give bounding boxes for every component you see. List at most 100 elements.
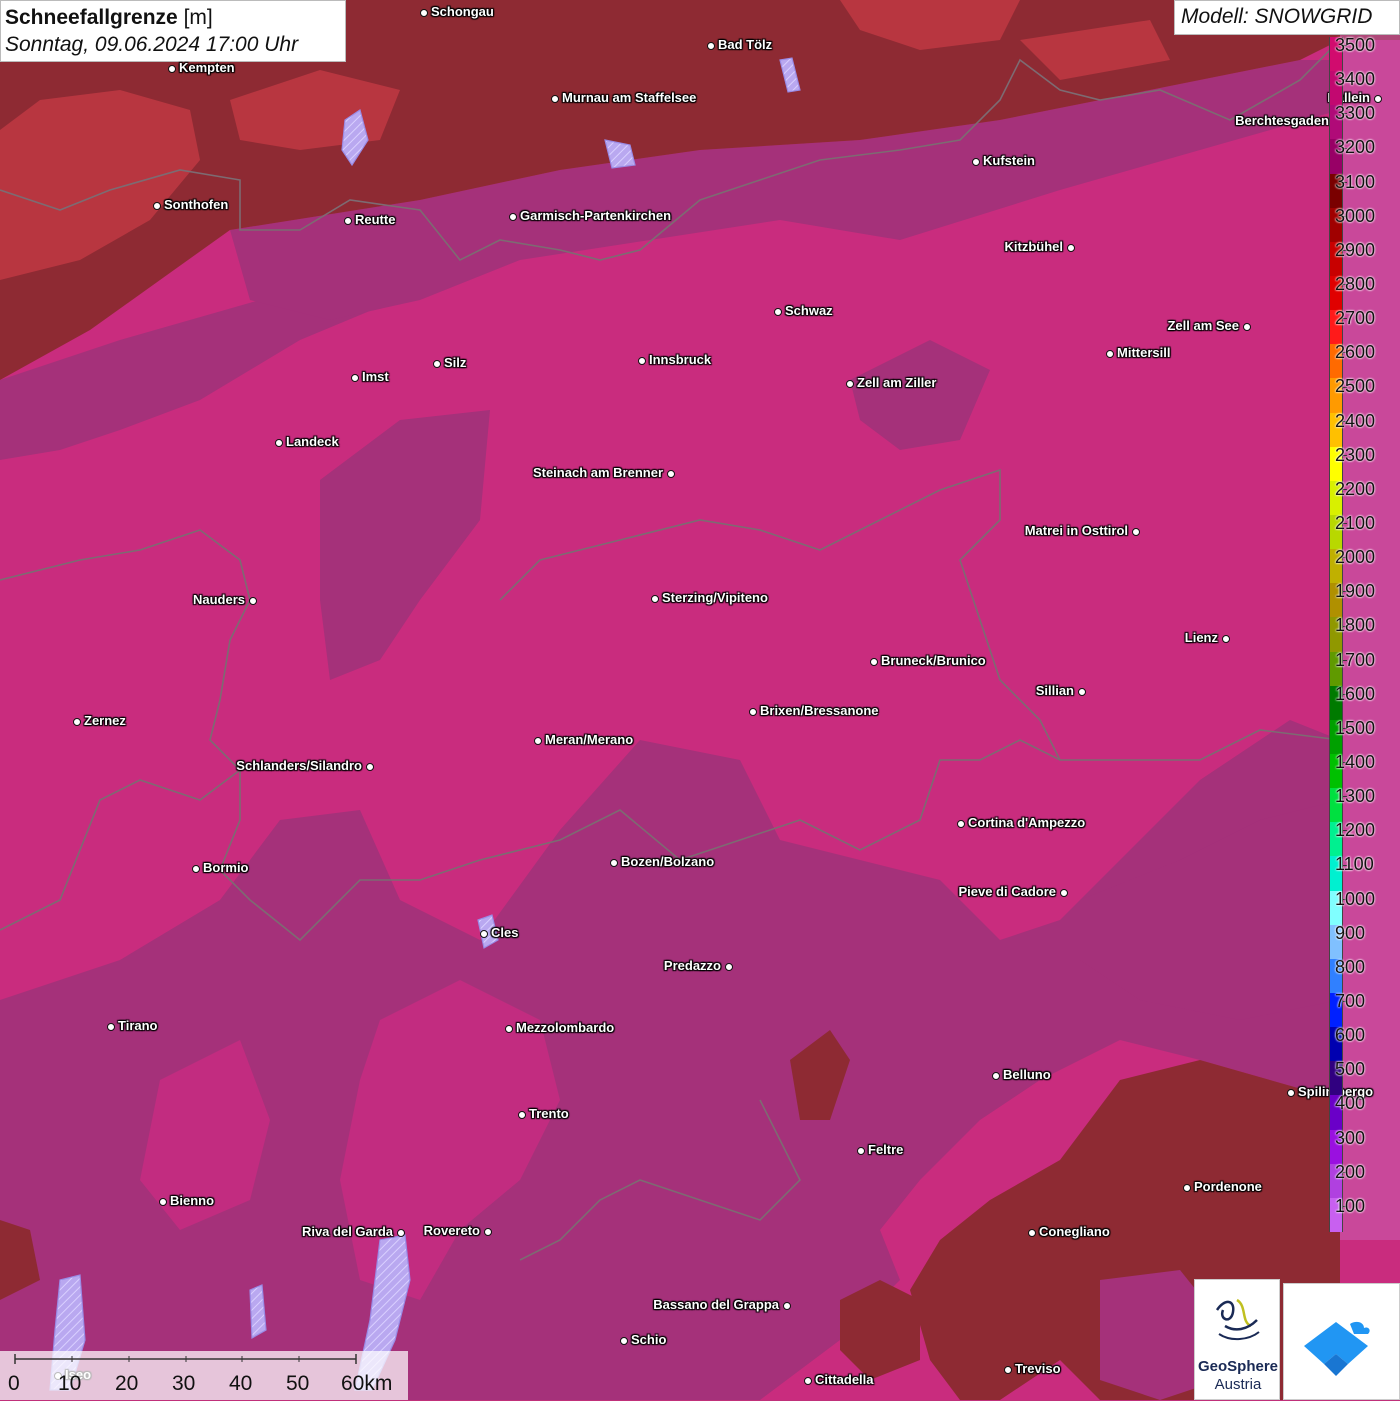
city-label: Mezzolombardo [516, 1020, 615, 1035]
city-dot-icon [534, 737, 542, 745]
city-label: Bruneck/Brunico [881, 653, 986, 668]
city-dot-icon [1078, 688, 1086, 696]
city-dot-icon [249, 597, 257, 605]
city-label: Reutte [355, 212, 396, 227]
geosphere-logo-line1: GeoSphere [1197, 1358, 1279, 1375]
city-label: Treviso [1015, 1361, 1061, 1376]
city-label: Imst [362, 369, 389, 384]
city-label: Bormio [203, 860, 249, 875]
city-dot-icon [107, 1023, 115, 1031]
city-label: Schongau [431, 4, 494, 19]
city-label: Schio [631, 1332, 667, 1347]
legend-label: 1500 [1335, 717, 1376, 738]
legend-label: 2100 [1335, 513, 1376, 533]
city-label: Bad Tölz [718, 37, 773, 52]
city-label: Nauders [192, 592, 245, 607]
scale-label-0: 0 [8, 1372, 20, 1395]
city-label: Innsbruck [649, 352, 712, 367]
city-label: Mittersill [1117, 345, 1171, 360]
city-label: Cles [491, 925, 519, 940]
city-dot-icon [1183, 1184, 1191, 1192]
app-logo-house-icon [1304, 1321, 1370, 1376]
legend-label: 2400 [1335, 410, 1376, 431]
city-label: Silz [444, 355, 467, 370]
legend-label: 400 [1335, 1093, 1366, 1114]
legend-label: 2500 [1335, 376, 1376, 397]
map-title: Schneefallgrenze [m] [5, 6, 213, 29]
legend-label: 700 [1335, 991, 1366, 1011]
city-label: Zell am See [1167, 318, 1239, 333]
city-dot-icon [610, 859, 618, 867]
city-label: Zell am Ziller [857, 375, 937, 390]
legend-label: 1300 [1335, 786, 1376, 807]
city-dot-icon [1028, 1229, 1036, 1237]
city-dot-icon [1287, 1089, 1295, 1097]
city-dot-icon [620, 1337, 628, 1345]
legend-label: 3500 [1335, 35, 1376, 55]
city-dot-icon [749, 708, 757, 716]
city-label: Rovereto [423, 1223, 480, 1238]
city-label: Bozen/Bolzano [621, 854, 715, 869]
city-dot-icon [344, 217, 352, 225]
city-label: Pieve di Cadore [958, 884, 1056, 899]
scale-label-40: 40 [229, 1372, 253, 1395]
city-dot-icon [804, 1377, 812, 1385]
scale-label-20: 20 [115, 1372, 139, 1395]
city-label: Kitzbühel [1004, 239, 1064, 254]
city-dot-icon [509, 213, 517, 221]
city-dot-icon [1132, 528, 1140, 536]
city-dot-icon [972, 158, 980, 166]
app-logo[interactable] [1283, 1283, 1400, 1400]
legend-label: 1100 [1335, 854, 1374, 875]
legend-label: 1000 [1335, 888, 1376, 909]
city-dot-icon [638, 357, 646, 365]
city-label: Trento [529, 1106, 569, 1121]
city-dot-icon [433, 360, 441, 368]
city-dot-icon [153, 202, 161, 210]
city-dot-icon [725, 963, 733, 971]
color-legend: 3500 3400 3300 3200 3100 3000 2900 2800 2700 2600… [1329, 35, 1375, 1233]
scale-label-50: 50 [286, 1372, 310, 1395]
city-label: Kufstein [983, 153, 1035, 168]
city-label: Schwaz [785, 303, 833, 318]
legend-label: 3100 [1335, 171, 1376, 192]
city-dot-icon [484, 1228, 492, 1236]
legend-label: 3000 [1335, 205, 1376, 226]
city-label: Predazzo [663, 958, 721, 973]
city-label: Brixen/Bressanone [760, 703, 879, 718]
city-dot-icon [480, 930, 488, 938]
city-dot-icon [397, 1229, 405, 1237]
city-dot-icon [1060, 889, 1068, 897]
city-dot-icon [857, 1147, 865, 1155]
city-dot-icon [192, 865, 200, 873]
legend-label: 600 [1335, 1025, 1366, 1046]
legend-label: 1400 [1335, 752, 1376, 772]
city-label: Berchtesgaden [1235, 113, 1329, 128]
scale-label-10: 10 [58, 1372, 82, 1395]
city-dot-icon [366, 763, 374, 771]
legend-label: 800 [1335, 956, 1366, 977]
map-datetime: Sonntag, 09.06.2024 17:00 Uhr [5, 33, 299, 56]
legend-label: 2700 [1335, 308, 1376, 329]
legend-label: 500 [1335, 1059, 1366, 1080]
city-dot-icon [774, 308, 782, 316]
city-dot-icon [957, 820, 965, 828]
legend-label: 100 [1335, 1195, 1366, 1216]
model-label: Modell: SNOWGRID [1174, 0, 1400, 35]
city-dot-icon [168, 65, 176, 73]
geosphere-logo[interactable]: GeoSphere Austria [1194, 1279, 1280, 1400]
city-label: Matrei in Osttirol [1024, 523, 1128, 538]
city-dot-icon [846, 380, 854, 388]
city-dot-icon [651, 595, 659, 603]
city-label: Riva del Garda [301, 1224, 393, 1239]
city-label: Cittadella [815, 1372, 874, 1387]
city-label: Cortina d'Ampezzo [968, 815, 1086, 830]
city-dot-icon [505, 1025, 513, 1033]
city-label: Garmisch-Partenkirchen [520, 208, 672, 223]
city-label: Landeck [286, 434, 339, 449]
legend-label: 300 [1335, 1127, 1366, 1148]
geosphere-logo-mark-icon [1215, 1298, 1260, 1340]
legend-label: 3200 [1335, 137, 1376, 158]
city-label: Murnau am Staffelsee [562, 90, 697, 105]
legend-label: 1700 [1335, 649, 1376, 670]
